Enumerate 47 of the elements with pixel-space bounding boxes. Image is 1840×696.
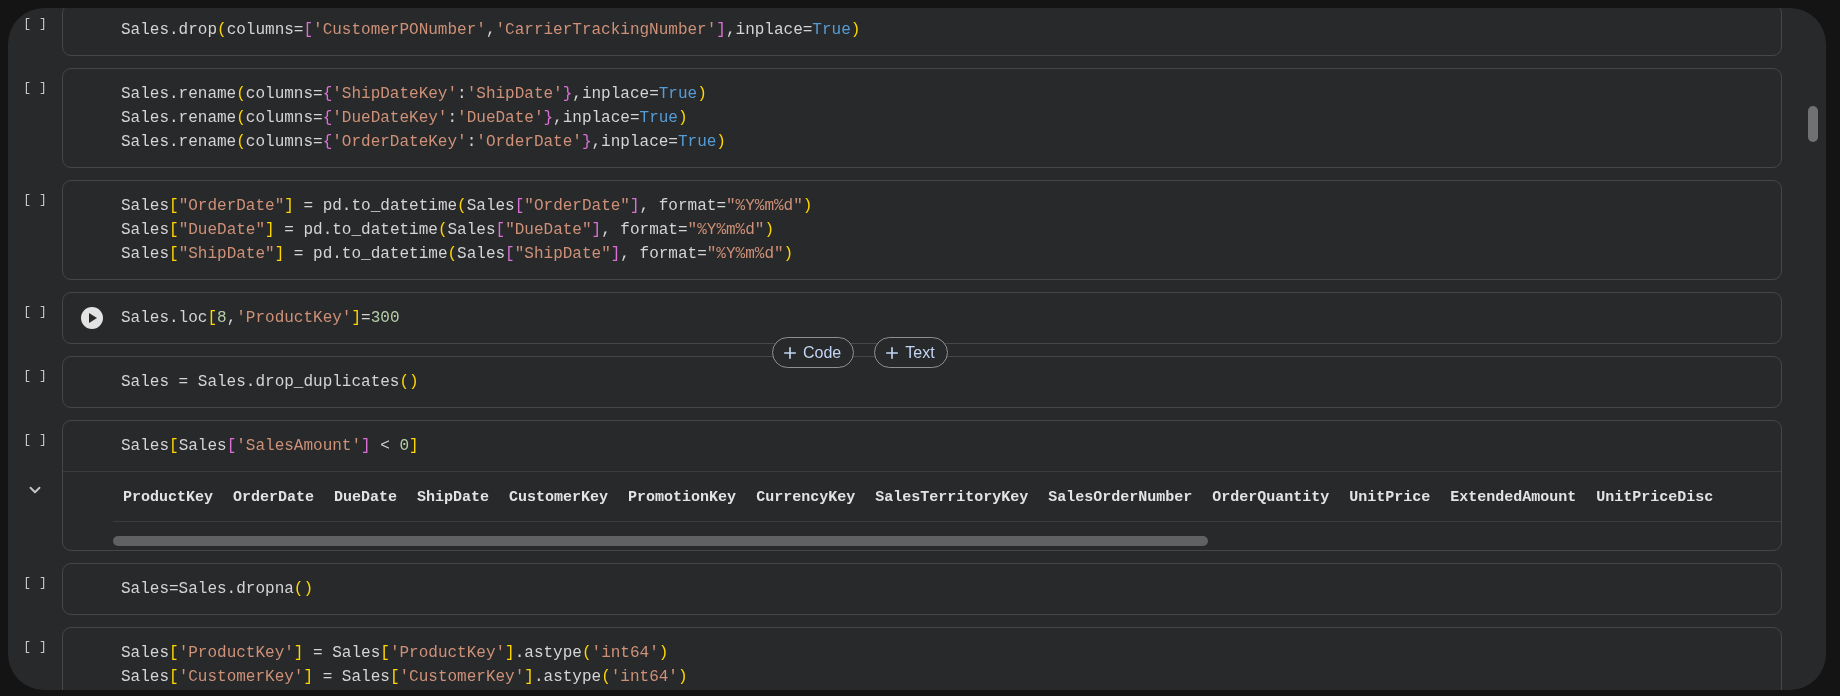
column-header: OrderDate bbox=[232, 488, 316, 508]
column-header: PromotionKey bbox=[627, 488, 738, 508]
code-cell[interactable]: Sales.rename(columns={'ShipDateKey':'ShipDate'},inplace=True) Sales.rename(columns={'DueDateKey':'DueDate'},inplace=True) Sales.rename(columns={'OrderDateKey':'OrderDate'},inplace=True) bbox=[62, 68, 1782, 168]
execution-count: [ ] bbox=[23, 575, 47, 590]
column-header: CurrencyKey bbox=[755, 488, 857, 508]
code-line: Sales.loc[8,'ProductKey']=300 bbox=[121, 308, 401, 329]
code-line: Sales=Sales.dropna() bbox=[121, 579, 315, 600]
column-header: ShipDate bbox=[416, 488, 491, 508]
run-button[interactable] bbox=[81, 307, 103, 329]
code-cell[interactable]: Sales=Sales.dropna() bbox=[62, 563, 1782, 615]
execution-count: [ ] bbox=[23, 192, 47, 207]
code-line: Sales[Sales['SalesAmount'] < 0] bbox=[121, 436, 420, 457]
play-icon bbox=[86, 312, 98, 324]
code-cell[interactable]: Sales[Sales['SalesAmount'] < 0] ProductKey OrderDate DueDate ShipDate CustomerKey PromotionKey CurrencyKey SalesTerritoryKey SalesOrderNumber OrderQuantity UnitPrice ExtendedAmount UnitPriceDisc bbox=[62, 420, 1782, 551]
code-line: Sales = Sales.drop_duplicates() bbox=[121, 372, 420, 393]
execution-count: [ ] bbox=[23, 80, 47, 95]
code-line: Sales.rename(columns={'ShipDateKey':'ShipDate'},inplace=True) bbox=[121, 84, 708, 105]
execution-count: [ ] bbox=[23, 16, 47, 31]
code-cell[interactable]: Sales.loc[8,'ProductKey']=300 bbox=[62, 292, 1782, 344]
code-line: Sales.drop(columns=['CustomerPONumber','CarrierTrackingNumber'],inplace=True) bbox=[121, 20, 862, 41]
column-header: SalesTerritoryKey bbox=[874, 488, 1030, 508]
add-cell-button[interactable]: Code bbox=[772, 337, 855, 368]
code-cell[interactable]: Sales['ProductKey'] = Sales['ProductKey'].astype('int64') Sales['CustomerKey'] = Sales['CustomerKey'].astype('int64') bbox=[62, 627, 1782, 690]
code-line: Sales.rename(columns={'OrderDateKey':'OrderDate'},inplace=True) bbox=[121, 132, 727, 153]
code-line: Sales.rename(columns={'DueDateKey':'DueDate'},inplace=True) bbox=[121, 108, 689, 129]
execution-count: [ ] bbox=[23, 304, 47, 319]
code-line: Sales['CustomerKey'] = Sales['CustomerKey'].astype('int64') bbox=[121, 667, 689, 688]
code-line: Sales["OrderDate"] = pd.to_datetime(Sales["OrderDate"], format="%Y%m%d") bbox=[121, 196, 814, 217]
column-header: ExtendedAmount bbox=[1449, 488, 1578, 508]
code-line: Sales['ProductKey'] = Sales['ProductKey'].astype('int64') bbox=[121, 643, 670, 664]
code-line: Sales["DueDate"] = pd.to_datetime(Sales["DueDate"], format="%Y%m%d") bbox=[121, 220, 775, 241]
execution-count: [ ] bbox=[23, 432, 47, 447]
column-header: OrderQuantity bbox=[1211, 488, 1331, 508]
add-cell-button[interactable]: Text bbox=[874, 337, 948, 368]
code-cell[interactable] bbox=[62, 180, 1782, 280]
column-header: UnitPriceDisc bbox=[1595, 488, 1715, 508]
execution-count: [ ] bbox=[23, 639, 47, 654]
column-header: SalesOrderNumber bbox=[1047, 488, 1194, 508]
column-header: ProductKey bbox=[122, 488, 214, 508]
column-header: CustomerKey bbox=[508, 488, 610, 508]
execution-count: [ ] bbox=[23, 368, 47, 383]
column-header: UnitPrice bbox=[1348, 488, 1432, 508]
code-cell[interactable]: Sales.drop(columns=['CustomerPONumber','CarrierTrackingNumber'],inplace=True) bbox=[62, 8, 1782, 56]
code-line: Sales["ShipDate"] = pd.to_datetime(Sales["ShipDate"], format="%Y%m%d") bbox=[121, 244, 795, 265]
scrollbar-thumb[interactable] bbox=[1808, 106, 1818, 142]
column-header: DueDate bbox=[333, 488, 399, 508]
scrollbar-thumb[interactable] bbox=[113, 536, 1208, 546]
